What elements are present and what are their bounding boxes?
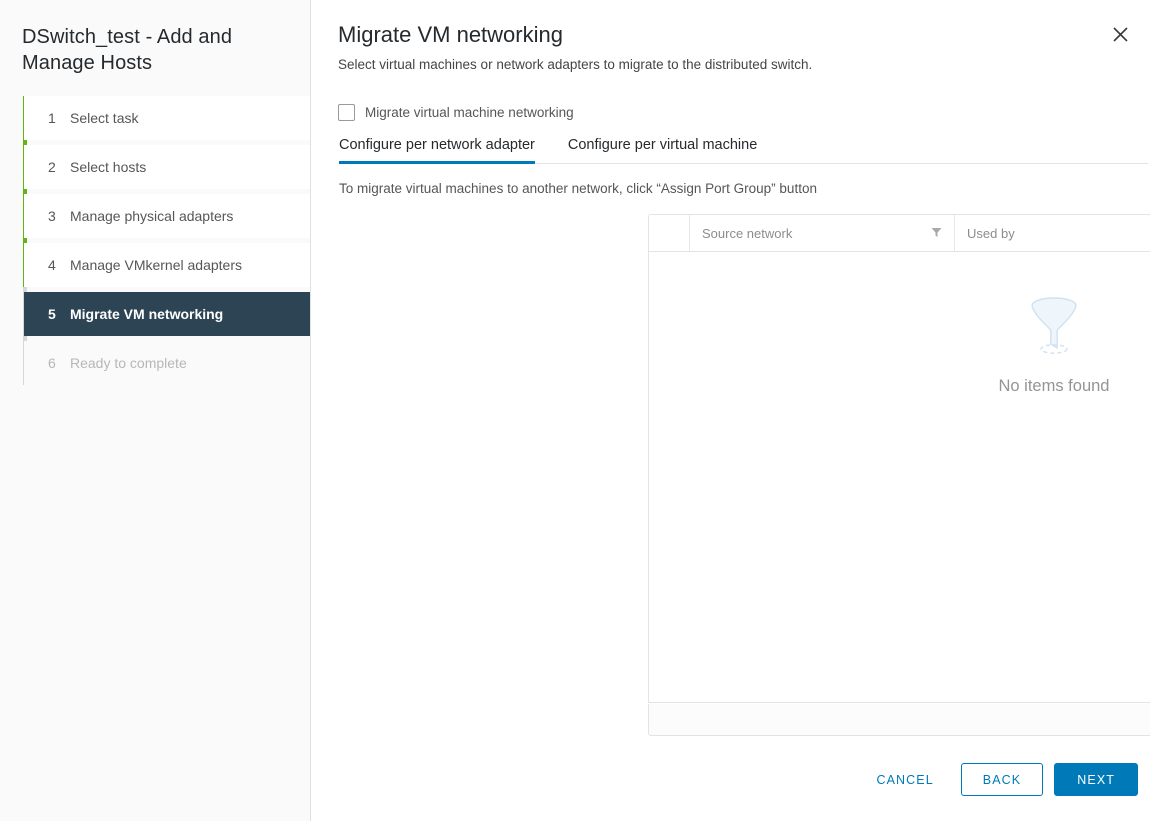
wizard-step-label: Ready to complete [70, 355, 187, 371]
column-header-select [649, 215, 689, 251]
migrate-vm-networking-checkbox[interactable] [338, 104, 355, 121]
wizard-step-number: 2 [48, 159, 70, 175]
assign-port-group-hint: To migrate virtual machines to another n… [339, 181, 817, 196]
wizard-title: DSwitch_test - Add and Manage Hosts [0, 0, 310, 76]
datagrid-header-row: Source network Used by Destination port … [649, 215, 1150, 252]
page-subtitle: Select virtual machines or network adapt… [338, 57, 812, 72]
wizard-step-3[interactable]: 3Manage physical adapters [24, 194, 310, 238]
column-header-used-by[interactable]: Used by [954, 215, 1150, 251]
wizard-step-label: Migrate VM networking [70, 306, 223, 322]
datagrid-body: No items found [649, 252, 1150, 702]
wizard-button-bar: CANCEL BACK NEXT [859, 763, 1138, 796]
datagrid-footer: 0 Vmkernel network adapters [648, 704, 1150, 736]
vm-networking-datagrid: Source network Used by Destination port … [648, 214, 1150, 703]
migrate-vm-networking-label: Migrate virtual machine networking [365, 105, 574, 120]
wizard-step-number: 1 [48, 110, 70, 126]
next-button[interactable]: NEXT [1054, 763, 1138, 796]
tab-configure-per-virtual-machine[interactable]: Configure per virtual machine [568, 137, 757, 164]
empty-state: No items found [649, 296, 1150, 396]
wizard-main-panel: Migrate VM networking Select virtual mac… [311, 0, 1150, 821]
funnel-icon [1026, 296, 1082, 359]
configure-mode-tabs: Configure per network adapter Configure p… [339, 137, 1148, 164]
wizard-step-label: Manage VMkernel adapters [70, 257, 242, 273]
empty-state-text: No items found [999, 377, 1110, 396]
tab-configure-per-network-adapter[interactable]: Configure per network adapter [339, 137, 535, 164]
cancel-button[interactable]: CANCEL [859, 763, 950, 796]
wizard-step-list: 1Select task 2Select hosts 3Manage physica… [0, 96, 310, 385]
back-button[interactable]: BACK [961, 763, 1043, 796]
wizard-step-label: Select task [70, 110, 138, 126]
page-title: Migrate VM networking [338, 20, 563, 50]
wizard-step-number: 6 [48, 355, 70, 371]
close-icon[interactable] [1106, 20, 1134, 48]
wizard-step-6[interactable]: 6Ready to complete [24, 341, 310, 385]
filter-icon[interactable] [931, 226, 942, 241]
wizard-step-5[interactable]: 5Migrate VM networking [24, 292, 310, 336]
column-header-source-network-label: Source network [702, 226, 925, 241]
wizard-step-number: 3 [48, 208, 70, 224]
wizard-step-label: Select hosts [70, 159, 146, 175]
wizard-step-number: 4 [48, 257, 70, 273]
migrate-vm-networking-checkbox-row[interactable]: Migrate virtual machine networking [338, 104, 574, 121]
wizard-sidebar: DSwitch_test - Add and Manage Hosts 1Sel… [0, 0, 311, 821]
wizard-step-2[interactable]: 2Select hosts [24, 145, 310, 189]
wizard-step-1[interactable]: 1Select task [24, 96, 310, 140]
column-header-source-network[interactable]: Source network [689, 215, 954, 251]
wizard-step-label: Manage physical adapters [70, 208, 233, 224]
wizard-step-number: 5 [48, 306, 70, 322]
wizard-step-4[interactable]: 4Manage VMkernel adapters [24, 243, 310, 287]
column-header-used-by-label: Used by [967, 226, 1146, 241]
add-manage-hosts-wizard: DSwitch_test - Add and Manage Hosts 1Sel… [0, 0, 1150, 821]
